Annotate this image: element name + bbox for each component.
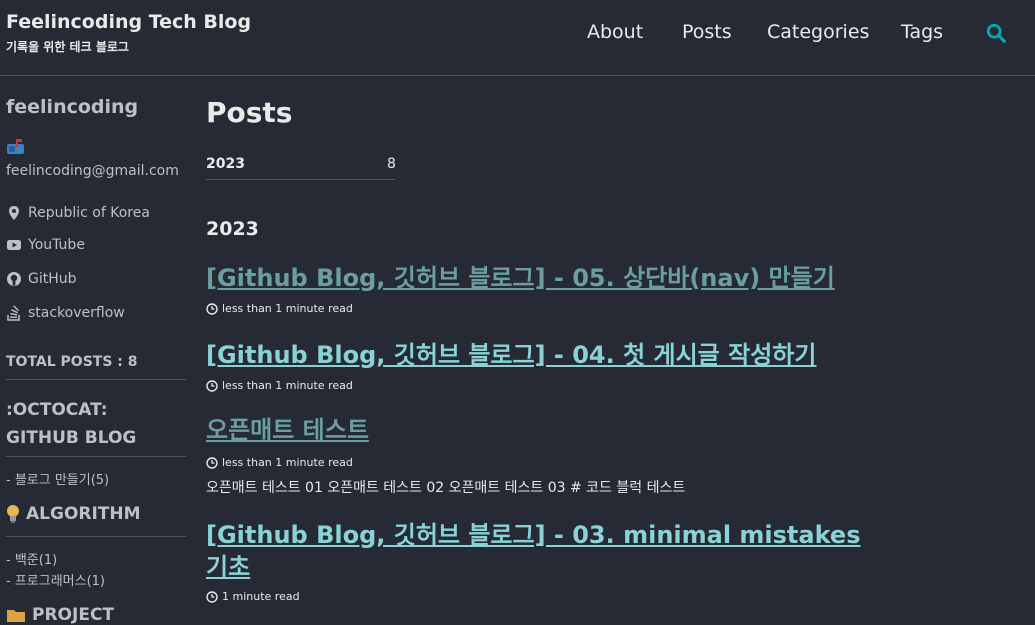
read-time-label: less than 1 minute read: [222, 456, 353, 469]
stackoverflow-label: stackoverflow: [28, 305, 125, 321]
nav-posts[interactable]: Posts: [682, 21, 732, 43]
lightbulb-icon: [7, 505, 19, 523]
stackoverflow-icon: [7, 305, 20, 321]
location: Republic of Korea: [6, 205, 150, 221]
divider: [6, 536, 186, 537]
clock-icon: [206, 379, 218, 392]
category-item-baekjoon[interactable]: - 백준(1): [6, 549, 57, 568]
mailbox-icon: [7, 139, 24, 154]
page-title: Posts: [206, 96, 293, 129]
github-link[interactable]: GitHub: [6, 271, 77, 287]
post-title-link[interactable]: 오픈매트 테스트: [206, 414, 369, 446]
post-title-link-continued[interactable]: 기초: [206, 551, 250, 583]
youtube-icon: [7, 240, 21, 250]
stackoverflow-link[interactable]: stackoverflow: [6, 305, 125, 321]
category-heading-algorithm: ALGORITHM: [26, 504, 141, 524]
nav-categories[interactable]: Categories: [767, 21, 869, 43]
divider: [6, 379, 186, 380]
read-time: less than 1 minute read: [206, 456, 353, 469]
category-heading-algorithm-row: ALGORITHM: [6, 504, 141, 524]
clock-icon: [206, 302, 218, 315]
youtube-label: YouTube: [28, 237, 85, 253]
site-title[interactable]: Feelincoding Tech Blog: [6, 11, 251, 33]
nav-about[interactable]: About: [587, 21, 643, 43]
github-label: GitHub: [28, 271, 77, 287]
category-heading-project-row: PROJECT: [6, 605, 114, 625]
search-icon[interactable]: [985, 22, 1007, 44]
clock-icon: [206, 456, 218, 469]
read-time-label: less than 1 minute read: [222, 302, 353, 315]
email-link[interactable]: feelincoding@gmail.com: [6, 163, 179, 179]
year-heading: 2023: [206, 218, 259, 240]
read-time: less than 1 minute read: [206, 302, 353, 315]
post-excerpt: 오픈매트 테스트 01 오픈매트 테스트 02 오픈매트 테스트 03 # 코드…: [206, 480, 686, 496]
total-posts: TOTAL POSTS : 8: [6, 354, 138, 370]
read-time: 1 minute read: [206, 590, 300, 603]
category-heading-github-blog: :OCTOCAT: GITHUB BLOG: [6, 400, 137, 448]
read-time-label: less than 1 minute read: [222, 379, 353, 392]
nav-tags[interactable]: Tags: [901, 21, 943, 43]
post-title-link[interactable]: [Github Blog, 깃허브 블로그] - 04. 첫 게시글 작성하기: [206, 339, 816, 371]
clock-icon: [206, 590, 218, 603]
category-item-blog-making[interactable]: - 블로그 만들기(5): [6, 469, 109, 488]
category-item-programmers[interactable]: - 프로그래머스(1): [6, 570, 105, 589]
read-time: less than 1 minute read: [206, 379, 353, 392]
divider: [6, 456, 186, 457]
location-label: Republic of Korea: [28, 205, 150, 221]
youtube-link[interactable]: YouTube: [6, 237, 85, 253]
github-icon: [7, 272, 21, 286]
year-nav-link[interactable]: 2023: [206, 156, 245, 172]
map-marker-icon: [9, 206, 19, 220]
masthead: Feelincoding Tech Blog 기록을 위한 테크 블로그 Abo…: [0, 0, 1035, 76]
category-heading-project: PROJECT: [32, 605, 115, 625]
site-subtitle: 기록을 위한 테크 블로그: [6, 40, 129, 54]
year-nav-count: 8: [387, 156, 396, 172]
read-time-label: 1 minute read: [222, 590, 300, 603]
divider: [206, 179, 395, 180]
post-title-link[interactable]: [Github Blog, 깃허브 블로그] - 03. minimal mis…: [206, 519, 860, 551]
author-name: feelincoding: [6, 96, 139, 118]
post-title-link[interactable]: [Github Blog, 깃허브 블로그] - 05. 상단바(nav) 만들…: [206, 262, 835, 294]
